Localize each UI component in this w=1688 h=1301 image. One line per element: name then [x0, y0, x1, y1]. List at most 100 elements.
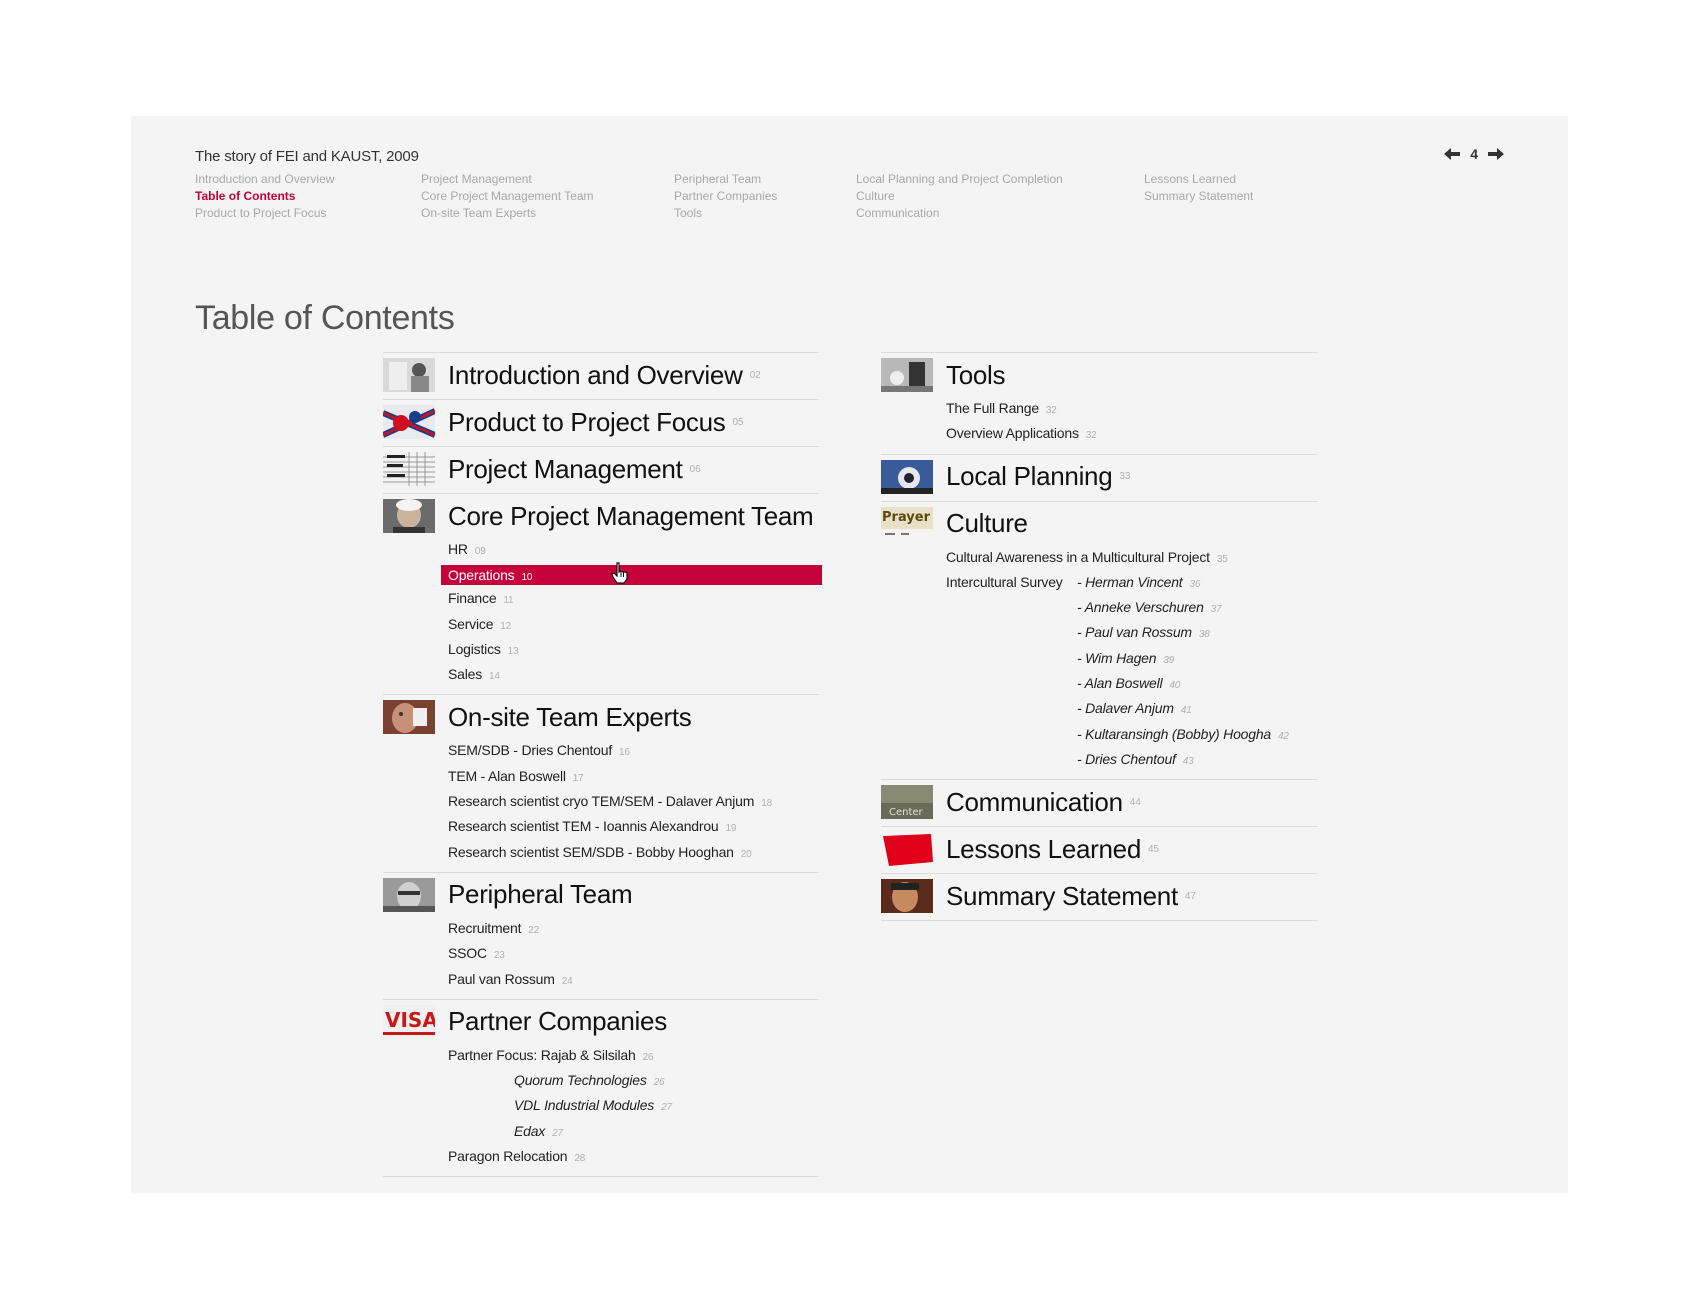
page-ref: 45: [1147, 843, 1160, 855]
hand-cursor-icon: [611, 562, 629, 589]
topnav-link-lessons-learned[interactable]: Lessons Learned: [1144, 171, 1253, 188]
toc-heading-core-team[interactable]: Core Project Management Team: [383, 498, 819, 534]
toc-heading-communication[interactable]: Center Communication 44: [881, 784, 1317, 820]
toc-sub-full-range[interactable]: The Full Range 32: [946, 397, 1317, 422]
next-page-arrow-icon[interactable]: [1488, 148, 1504, 160]
toc-sub-ssoc[interactable]: SSOC 23: [448, 942, 819, 967]
toc-sub-edax[interactable]: Edax 27: [448, 1120, 819, 1145]
page-ref: 06: [689, 463, 701, 475]
toc-heading-summary-statement[interactable]: Summary Statement 47: [881, 878, 1317, 914]
toc-heading-lessons-learned[interactable]: Lessons Learned 45: [881, 831, 1317, 867]
toc-sub-service[interactable]: Service 12: [448, 613, 819, 638]
schedule-grid-icon: [383, 452, 435, 486]
topnav-link-tools[interactable]: Tools: [674, 205, 777, 222]
toc-heading-culture[interactable]: Prayer S Culture: [881, 506, 1317, 542]
toc-title: Project Management: [448, 453, 683, 484]
page-ref: 05: [732, 416, 744, 428]
toc-section-project-management: Project Management 06: [383, 446, 819, 493]
toc-sub-research-sem[interactable]: Research scientist SEM/SDB - Bobby Hoogh…: [448, 841, 819, 866]
toc-sub-intercultural-survey[interactable]: Intercultural Survey: [946, 571, 1077, 773]
toc-sub-research-tem[interactable]: Research scientist TEM - Ioannis Alexand…: [448, 815, 819, 840]
toc-sub-logistics[interactable]: Logistics 13: [448, 638, 819, 663]
toc-survey-item[interactable]: - Paul van Rossum 38: [1077, 621, 1289, 646]
toc-sub-overview-applications[interactable]: Overview Applications 32: [946, 422, 1317, 447]
toc-heading-project-management[interactable]: Project Management 06: [383, 451, 819, 487]
topnav-column-4: Local Planning and Project Completion Cu…: [856, 171, 1063, 222]
toc-heading-onsite-experts[interactable]: On-site Team Experts: [383, 699, 819, 735]
toc-sub-hr[interactable]: HR 09: [448, 538, 819, 563]
toc-sub-quorum[interactable]: Quorum Technologies 26: [448, 1069, 819, 1094]
toc-sub-cultural-awareness[interactable]: Cultural Awareness in a Multicultural Pr…: [946, 546, 1317, 571]
topnav-column-2: Project Management Core Project Manageme…: [421, 171, 594, 222]
toc-sub-tem[interactable]: TEM - Alan Boswell 17: [448, 765, 819, 790]
core-team-photo-icon: [383, 499, 435, 533]
toc-section-summary-statement: Summary Statement 47: [881, 873, 1317, 922]
toc-section-onsite-experts: On-site Team Experts SEM/SDB - Dries Che…: [383, 694, 819, 871]
toc-sub-vdl[interactable]: VDL Industrial Modules 27: [448, 1094, 819, 1119]
toc-sub-sales[interactable]: Sales 14: [448, 663, 819, 688]
survey-list: - Herman Vincent 36 - Anneke Verschuren 37…: [1077, 571, 1289, 773]
center-sign-icon: Center: [881, 785, 933, 820]
toc-section-lessons-learned: Lessons Learned 45: [881, 826, 1317, 873]
toc-heading-tools[interactable]: Tools: [881, 357, 1317, 393]
toc-survey-item[interactable]: - Anneke Verschuren 37: [1077, 596, 1289, 621]
topnav-link-introduction[interactable]: Introduction and Overview: [195, 171, 334, 188]
toc-title: Summary Statement: [946, 880, 1178, 911]
toc-section-core-team: Core Project Management Team HR 09 Operat…: [383, 493, 822, 694]
peripheral-subsections: Recruitment 22 SSOC 23 Paul van Rossum 24: [448, 917, 819, 993]
topnav-column-5: Lessons Learned Summary Statement: [1144, 171, 1253, 205]
topnav-link-local-planning[interactable]: Local Planning and Project Completion: [856, 171, 1063, 188]
toc-heading-introduction[interactable]: Introduction and Overview 02: [383, 357, 819, 393]
toc-survey-item[interactable]: - Herman Vincent 36: [1077, 571, 1289, 596]
prayer-sign-icon: Prayer S: [881, 506, 933, 541]
topnav-link-summary-statement[interactable]: Summary Statement: [1144, 188, 1253, 205]
toc-title: Lessons Learned: [946, 833, 1141, 864]
peripheral-team-photo-icon: [383, 877, 435, 912]
topnav-link-onsite-experts[interactable]: On-site Team Experts: [421, 205, 594, 222]
toc-title: Core Project Management Team: [448, 500, 814, 531]
toc-heading-product-focus[interactable]: Product to Project Focus 05: [383, 404, 819, 440]
topnav-link-communication[interactable]: Communication: [856, 205, 1063, 222]
toc-heading-partner-companies[interactable]: VISA Partner Companies: [383, 1004, 819, 1040]
svg-text:Center: Center: [889, 807, 924, 818]
toc-survey-item[interactable]: - Dries Chentouf 43: [1077, 748, 1289, 773]
summary-portrait-icon: [881, 879, 933, 914]
visa-sign-icon: VISA: [383, 1004, 435, 1039]
toc-sub-paragon[interactable]: Paragon Relocation 28: [448, 1145, 819, 1170]
toc-survey-item[interactable]: - Dalaver Anjum 41: [1077, 697, 1289, 722]
toc-sub-rajab-silsilah[interactable]: Partner Focus: Rajab & Silsilah 26: [448, 1044, 819, 1069]
red-flag-icon: [881, 832, 933, 867]
topnav-column-1: Introduction and Overview Table of Conte…: [195, 171, 334, 222]
toc-sub-finance[interactable]: Finance 11: [448, 587, 819, 612]
page-panel: The story of FEI and KAUST, 2009 4 Intro…: [131, 116, 1568, 1193]
topnav-link-culture[interactable]: Culture: [856, 188, 1063, 205]
partner-subsections: Partner Focus: Rajab & Silsilah 26 Quorum…: [448, 1044, 819, 1170]
toc-section-introduction: Introduction and Overview 02: [383, 352, 819, 399]
toc-section-partner-companies: VISA Partner Companies Partner Focus: Ra…: [383, 998, 819, 1178]
toc-heading-local-planning[interactable]: Local Planning 33: [881, 459, 1317, 495]
introduction-photo-icon: [383, 358, 435, 392]
topnav-link-peripheral-team[interactable]: Peripheral Team: [674, 171, 777, 188]
toc-sub-operations[interactable]: Operations 10: [441, 565, 822, 586]
toc-sub-cryo[interactable]: Research scientist cryo TEM/SEM - Dalave…: [448, 790, 819, 815]
toc-heading-peripheral-team[interactable]: Peripheral Team: [383, 877, 819, 913]
topnav-link-table-of-contents[interactable]: Table of Contents: [195, 188, 334, 205]
topnav-link-partner-companies[interactable]: Partner Companies: [674, 188, 777, 205]
toc-title: On-site Team Experts: [448, 701, 692, 732]
toc-sub-sem-sdb[interactable]: SEM/SDB - Dries Chentouf 16: [448, 739, 819, 764]
prev-page-arrow-icon[interactable]: [1444, 148, 1461, 160]
toc-title: Partner Companies: [448, 1006, 667, 1037]
toc-left-column: Introduction and Overview 02 Product to …: [383, 352, 822, 1178]
topnav-link-project-management[interactable]: Project Management: [421, 171, 594, 188]
toc-survey-item[interactable]: - Alan Boswell 40: [1077, 672, 1289, 697]
topnav-link-core-team[interactable]: Core Project Management Team: [421, 188, 594, 205]
page-ref: 47: [1184, 890, 1196, 902]
toc-section-product-focus: Product to Project Focus 05: [383, 399, 819, 446]
topnav-link-product-focus[interactable]: Product to Project Focus: [195, 205, 334, 222]
toc-sub-paul-van-rossum[interactable]: Paul van Rossum 24: [448, 968, 819, 993]
page-ref: 02: [749, 369, 761, 381]
intercultural-survey: Intercultural Survey - Herman Vincent 36 …: [946, 571, 1317, 773]
toc-survey-item[interactable]: - Kultaransingh (Bobby) Hoogha 42: [1077, 723, 1289, 748]
toc-sub-recruitment[interactable]: Recruitment 22: [448, 917, 819, 942]
toc-survey-item[interactable]: - Wim Hagen 39: [1077, 647, 1289, 672]
